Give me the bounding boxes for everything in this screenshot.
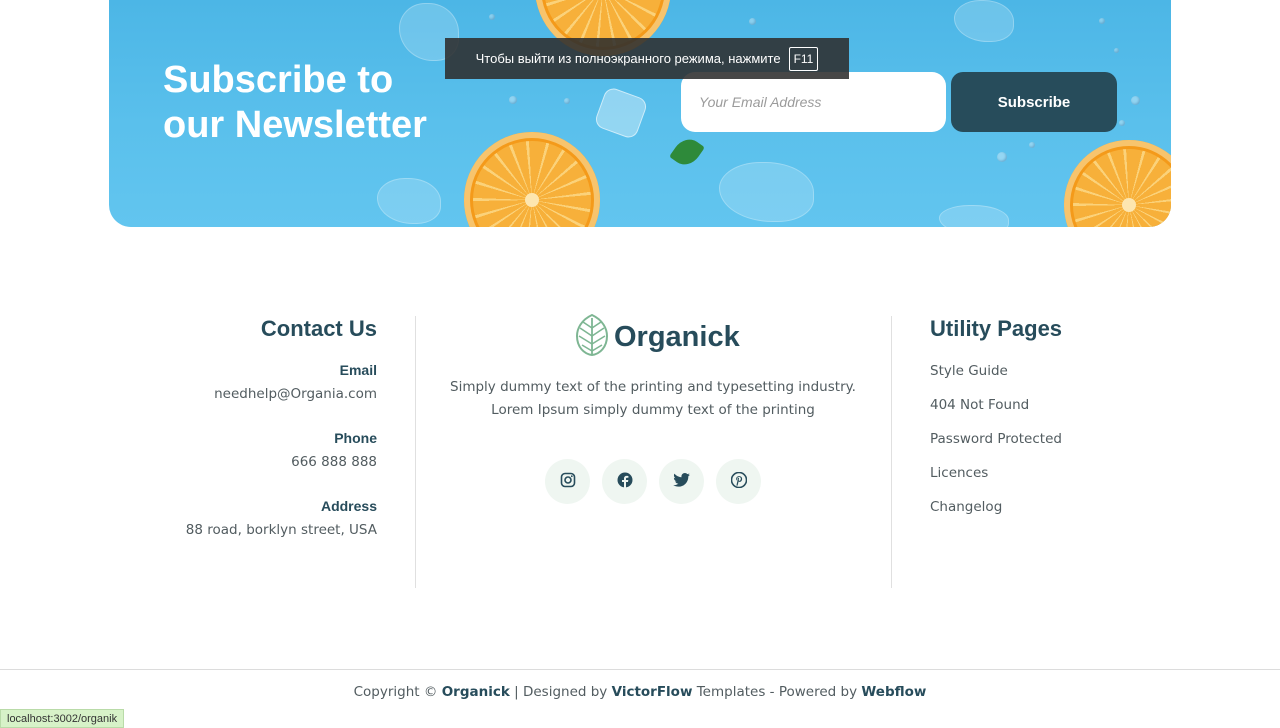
twitter-icon [673,472,690,491]
water-drop [749,18,756,25]
copyright-templates: Templates - Powered by [696,684,858,700]
footer-divider-right [891,316,892,588]
footer-bottom-divider [0,669,1280,670]
fullscreen-notice-key: F11 [788,46,819,71]
address-value: 88 road, borklyn street, USA [185,522,377,538]
copyright-brand[interactable]: Organick [442,684,510,700]
newsletter-banner: Subscribe to our Newsletter Subscribe [109,0,1171,227]
water-drop [509,96,517,104]
water-splash [377,178,441,224]
utility-pages-column: Utility Pages Style Guide 404 Not Found … [930,316,1062,524]
orange-slice [1064,140,1171,227]
water-drop [564,98,570,104]
water-drop [1029,142,1035,148]
water-splash [954,0,1014,42]
water-splash [939,205,1009,227]
copyright-designed-by: | Designed by [514,684,608,700]
twitter-link[interactable] [659,459,704,504]
instagram-icon [560,472,576,492]
utility-link-password-protected[interactable]: Password Protected [930,422,1062,456]
contact-column: Contact Us Email needhelp@Organia.com Ph… [186,316,377,538]
water-splash [719,162,814,222]
orange-slice [464,132,600,227]
contact-phone-group: Phone 666 888 888 [186,430,377,470]
utility-link-404[interactable]: 404 Not Found [930,388,1062,422]
pinterest-icon [730,471,747,492]
contact-address-group: Address 88 road, borklyn street, USA [186,498,377,538]
copyright-prefix: Copyright © [353,684,438,700]
utility-title: Utility Pages [930,316,1063,341]
contact-email-group: Email needhelp@Organia.com [186,362,377,402]
pinterest-link[interactable] [716,459,761,504]
newsletter-email-input[interactable] [681,72,946,132]
brand-description: Simply dummy text of the printing and ty… [450,379,856,418]
social-links [545,459,761,504]
utility-links: Style Guide 404 Not Found Password Prote… [930,354,1062,524]
instagram-link[interactable] [545,459,590,504]
fullscreen-notice-text: Чтобы выйти из полноэкранного режима, на… [475,51,781,66]
status-bar-url: localhost:3002/organik [0,709,125,728]
copyright-platform[interactable]: Webflow [861,684,926,700]
brand-name: Organick [614,320,740,353]
newsletter-title: Subscribe to our Newsletter [163,59,427,146]
contact-title: Contact Us [260,316,377,341]
fullscreen-exit-notice: Чтобы выйти из полноэкранного режима, на… [445,38,849,79]
address-label: Address [320,498,377,514]
water-drop [489,14,495,20]
utility-link-changelog[interactable]: Changelog [930,490,1062,524]
facebook-icon [617,472,633,492]
water-drop [1119,120,1125,126]
email-label: Email [339,362,377,378]
copyright-designer[interactable]: VictorFlow [612,684,693,700]
mint-leaf [669,133,705,171]
water-drop [1114,48,1119,53]
facebook-link[interactable] [602,459,647,504]
utility-link-licences[interactable]: Licences [930,456,1062,490]
brand-logo-link[interactable]: Organick [575,313,740,360]
copyright-text: Copyright © Organick | Designed by Victo… [0,684,1280,700]
water-drop [1131,96,1140,105]
water-drop [997,152,1007,162]
phone-value[interactable]: 666 888 888 [186,454,377,470]
water-drop [1099,18,1105,24]
subscribe-button[interactable]: Subscribe [951,72,1117,132]
footer-divider-left [415,316,416,588]
ice-cube [593,85,649,141]
phone-label: Phone [334,430,377,446]
email-value[interactable]: needhelp@Organia.com [186,386,377,402]
utility-link-style-guide[interactable]: Style Guide [930,354,1062,388]
leaf-logo-icon [575,313,609,360]
